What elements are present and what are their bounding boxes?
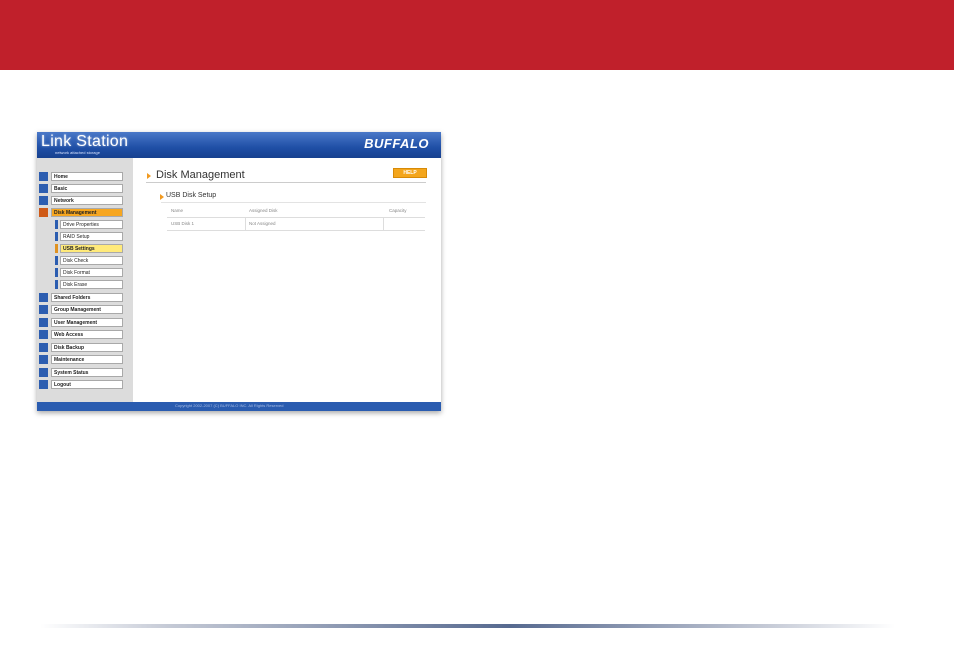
sidebar-item-label: Group Management [51,305,123,314]
title-divider [146,182,426,183]
sidebar-subitem-label: Disk Erase [60,280,123,289]
slide-header-band [0,0,954,70]
app-footer: Copyright 2002-2007 (C) BUFFALO INC. All… [37,402,441,411]
copyright-text: Copyright 2002-2007 (C) BUFFALO INC. All… [175,403,284,408]
group-icon [39,305,48,314]
table-divider [167,217,425,218]
page-title: Disk Management [156,169,245,181]
sidebar-item-label: System Status [51,368,123,377]
section-divider [161,202,426,203]
subitem-marker [55,280,58,289]
brand-logo: Link Station [41,133,129,150]
table-cell-assigned-disk: Not Assigned [249,221,276,226]
brand-subtitle: network attached storage [55,150,100,155]
maintenance-icon [39,355,48,364]
status-icon [39,368,48,377]
table-header-capacity: Capacity [389,208,407,213]
subitem-marker [55,244,58,253]
network-icon [39,196,48,205]
app-banner: Link Station network attached storage BU… [37,132,441,158]
section-title: USB Disk Setup [166,192,217,199]
sidebar-item-label: Web Access [51,330,123,339]
folder-icon [39,293,48,302]
sidebar: Home Basic Network Disk Management Drive… [37,158,133,402]
section-bullet-icon [160,194,164,200]
help-button[interactable]: HELP [393,168,427,178]
sidebar-item-label: Disk Backup [51,343,123,352]
sidebar-item-label: Maintenance [51,355,123,364]
basic-settings-icon [39,184,48,193]
table-header-name: Name [171,208,184,213]
sidebar-item-label: Shared Folders [51,293,123,302]
home-icon [39,172,48,181]
sidebar-subitem-label: Disk Check [60,256,123,265]
slide-bottom-rule [40,624,895,628]
sidebar-subitem-label: RAID Setup [60,232,123,241]
subitem-marker [55,232,58,241]
subitem-marker [55,220,58,229]
table-divider [167,230,425,231]
table-header-assigned-disk: Assigned Disk [249,208,278,213]
user-icon [39,318,48,327]
disk-icon [39,208,48,217]
subitem-marker [55,268,58,277]
table-col-divider [383,218,384,230]
sidebar-item-label: Home [51,172,123,181]
sidebar-item-label: Basic [51,184,123,193]
sidebar-subitem-label: Drive Properties [60,220,123,229]
backup-icon [39,343,48,352]
sidebar-item-label: Disk Management [51,208,123,217]
sidebar-subitem-label: Disk Format [60,268,123,277]
sidebar-subitem-label: USB Settings [60,244,123,253]
vendor-logo: BUFFALO [364,136,429,151]
table-col-divider [245,218,246,230]
sidebar-item-label: User Management [51,318,123,327]
main-content: Disk Management HELP USB Disk Setup Name… [133,158,441,402]
table-cell-name: USB Disk 1 [171,221,195,226]
linkstation-screenshot: Link Station network attached storage BU… [37,132,441,411]
globe-icon [39,330,48,339]
sidebar-item-label: Logout [51,380,123,389]
logout-icon [39,380,48,389]
title-bullet-icon [147,173,151,179]
sidebar-item-label: Network [51,196,123,205]
subitem-marker [55,256,58,265]
